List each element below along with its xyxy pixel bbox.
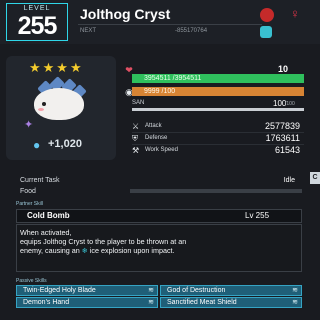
rank-stars: ★★★★ bbox=[29, 60, 84, 75]
hp-bar: 3954511 /3954511 bbox=[132, 74, 304, 83]
passive-skill-name: Sanctified Meat Shield bbox=[167, 299, 237, 306]
attack-value: 2577839 bbox=[264, 121, 300, 131]
next-label: NEXT bbox=[80, 28, 97, 34]
defense-label: Defense bbox=[145, 135, 168, 141]
work-speed-icon: ⚒ bbox=[132, 146, 140, 155]
passive-skill-name: Twin-Edged Holy Blade bbox=[23, 287, 96, 294]
current-task-label: Current Task bbox=[20, 177, 60, 184]
shield-value: 10 bbox=[278, 64, 289, 74]
desc-line: equips Jolthog Cryst to the player to be… bbox=[20, 237, 187, 246]
passive-skills-label: Passive Skills bbox=[16, 278, 47, 284]
defense-value: 1763611 bbox=[265, 133, 300, 143]
partner-skill-level: Lv 255 bbox=[245, 211, 270, 220]
hunger-bar: 9999 /100 bbox=[132, 87, 304, 96]
passive-rank-icon: ≋ bbox=[148, 299, 154, 306]
condenser-value: +1,020 bbox=[48, 138, 82, 150]
pal-eye bbox=[42, 102, 46, 106]
food-bar bbox=[130, 189, 302, 193]
partner-skill-header[interactable]: Cold Bomb Lv 255 bbox=[16, 209, 302, 223]
work-speed-label: Work Speed bbox=[145, 147, 178, 153]
hp-text: 3954511 /3954511 bbox=[144, 75, 202, 82]
pal-cheek bbox=[38, 108, 44, 111]
passive-skill[interactable]: Twin-Edged Holy Blade ≋ bbox=[16, 285, 158, 296]
attack-icon: ⚔ bbox=[132, 122, 140, 131]
side-tab-button[interactable]: C bbox=[310, 172, 320, 184]
partner-skill-name: Cold Bomb bbox=[27, 211, 70, 220]
skill-description: When activated, equips Jolthog Cryst to … bbox=[20, 228, 296, 255]
san-bar bbox=[132, 108, 304, 111]
level-box: LEVEL 255 bbox=[6, 3, 68, 41]
hunger-text: 9999 /100 bbox=[144, 88, 176, 95]
condenser-drop-icon: ● bbox=[33, 138, 41, 152]
san-max: /100 bbox=[285, 101, 295, 107]
food-label: Food bbox=[20, 188, 36, 195]
ice-element-icon bbox=[260, 26, 272, 38]
defense-icon: ⛨ bbox=[132, 134, 138, 143]
pal-name: Jolthog Cryst bbox=[80, 6, 171, 22]
passive-rank-icon: ≋ bbox=[148, 287, 154, 294]
sparkle-icon: ✦ bbox=[24, 119, 34, 131]
passive-rank-icon: ≋ bbox=[292, 299, 298, 306]
passive-rank-icon: ≋ bbox=[292, 287, 298, 294]
desc-text: enemy, causing an bbox=[20, 246, 82, 255]
work-speed-value: 61543 bbox=[274, 145, 300, 155]
passive-skill-name: Demon's Hand bbox=[23, 299, 70, 306]
san-label: SAN bbox=[132, 100, 145, 106]
fire-element-icon bbox=[260, 8, 274, 22]
level-value: 255 bbox=[17, 12, 58, 40]
desc-text: ice explosion upon impact. bbox=[87, 246, 175, 255]
pal-image bbox=[30, 76, 88, 122]
partner-skill-label: Partner Skill bbox=[16, 201, 43, 207]
desc-line: When activated, bbox=[20, 228, 72, 237]
passive-skill[interactable]: Demon's Hand ≋ bbox=[16, 297, 158, 308]
desc-line: enemy, causing an ❄ ice explosion upon i… bbox=[20, 246, 296, 255]
attack-label: Attack bbox=[145, 123, 162, 129]
level-label: LEVEL bbox=[23, 5, 51, 12]
next-exp-value: -855170764 bbox=[175, 28, 208, 34]
header-divider bbox=[78, 24, 262, 25]
passive-skill[interactable]: Sanctified Meat Shield ≋ bbox=[160, 297, 302, 308]
current-task-value: Idle bbox=[283, 177, 295, 184]
female-icon: ♀ bbox=[290, 6, 300, 21]
passive-skill-name: God of Destruction bbox=[167, 287, 226, 294]
passive-skill[interactable]: God of Destruction ≋ bbox=[160, 285, 302, 296]
